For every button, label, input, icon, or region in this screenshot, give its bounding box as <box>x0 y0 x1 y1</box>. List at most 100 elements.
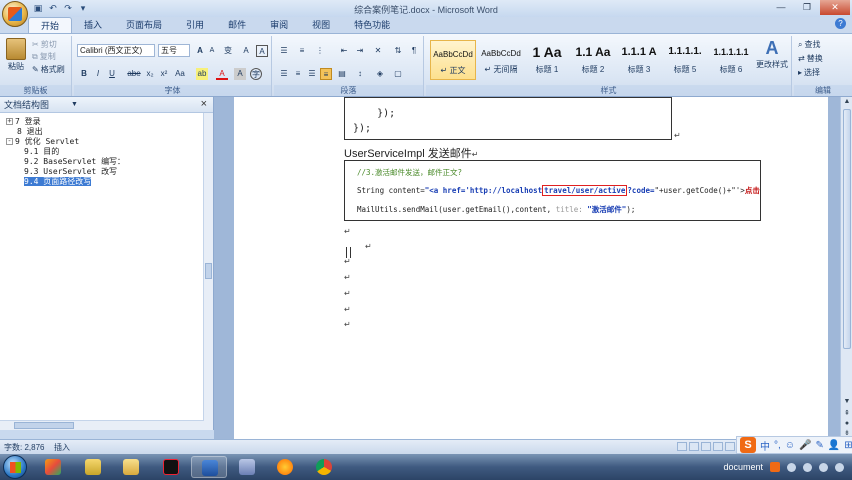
font-size-select[interactable]: 五号 <box>158 44 190 57</box>
nav-item-logout[interactable]: 8 退出 <box>0 127 213 137</box>
toolbox-icon[interactable]: ⊞ <box>844 440 852 451</box>
document-vertical-scrollbar[interactable]: ▲ ▼ ⇞ ● ⇟ <box>840 97 852 439</box>
shrink-font-button[interactable]: A <box>206 45 218 57</box>
font-name-select[interactable]: Calibri (西文正文) <box>77 44 155 57</box>
ime-language[interactable]: 中 <box>760 438 770 453</box>
style-heading-2[interactable]: 1.1 Aa 标题 2 <box>570 40 616 80</box>
tab-review[interactable]: 审阅 <box>258 17 300 33</box>
document-page[interactable]: }); }); ↵ UserServiceImpl 发送邮件↵ //3.激活邮件… <box>234 97 828 439</box>
nav-item-login[interactable]: +7 登录 <box>0 117 213 127</box>
collapse-icon[interactable]: - <box>6 138 13 145</box>
subscript-button[interactable]: x₂ <box>144 68 156 80</box>
tab-references[interactable]: 引用 <box>174 17 216 33</box>
numbering-icon[interactable]: ≡ <box>296 45 308 57</box>
full-screen-icon[interactable] <box>689 442 699 451</box>
strikethrough-button[interactable]: abe <box>126 68 142 80</box>
taskbar-app-1[interactable] <box>35 456 71 478</box>
tray-icon[interactable] <box>787 462 796 472</box>
align-center-icon[interactable]: ≡ <box>292 68 304 80</box>
font-color-button[interactable]: A <box>216 68 228 80</box>
start-button[interactable] <box>3 455 27 479</box>
select-button[interactable]: ▸ 选择 <box>798 67 820 78</box>
wen-button[interactable]: 变 <box>222 45 234 57</box>
grow-font-button[interactable]: A <box>194 45 206 57</box>
tray-label[interactable]: document <box>723 462 763 472</box>
tray-icon[interactable] <box>835 462 844 472</box>
style-heading-5[interactable]: 1.1.1.1. 标题 5 <box>662 40 708 80</box>
decrease-indent-icon[interactable]: ⇤ <box>338 45 350 57</box>
multilevel-list-icon[interactable]: ⋮ <box>314 45 326 57</box>
enclose-char-button[interactable]: 字 <box>250 68 262 80</box>
distributed-icon[interactable]: ▤ <box>336 68 348 80</box>
sogou-tray-icon[interactable] <box>770 462 780 472</box>
copy-button[interactable]: ⧉ 复制 <box>32 51 56 62</box>
user-icon[interactable]: 👤 <box>828 440 840 451</box>
help-icon[interactable]: ? <box>835 18 846 29</box>
pane-close-button[interactable]: × <box>201 98 207 110</box>
nav-item-userservlet[interactable]: 9.3 UserServlet 改写 <box>0 167 213 177</box>
align-right-icon[interactable]: ☰ <box>306 68 318 80</box>
pane-dropdown-icon[interactable]: ▼ <box>71 101 78 108</box>
maximize-button[interactable]: ❐ <box>794 0 820 15</box>
minimize-button[interactable]: — <box>768 0 794 15</box>
previous-page-icon[interactable]: ⇞ <box>841 409 852 419</box>
taskbar-word[interactable] <box>191 456 227 478</box>
nav-item-baseservlet[interactable]: 9.2 BaseServlet 编写： <box>0 157 213 167</box>
increase-indent-icon[interactable]: ⇥ <box>354 45 366 57</box>
scroll-up-icon[interactable]: ▲ <box>841 97 852 107</box>
scroll-down-icon[interactable]: ▼ <box>841 397 852 407</box>
print-layout-icon[interactable] <box>677 442 687 451</box>
taskbar-intellij[interactable] <box>153 456 189 478</box>
cut-button[interactable]: ✂ 剪切 <box>32 39 57 50</box>
scroll-thumb[interactable] <box>843 109 851 349</box>
change-case-button[interactable]: Aa <box>174 68 186 80</box>
find-button[interactable]: ⌕ 查找 <box>798 39 820 50</box>
clear-format-button[interactable]: A <box>240 45 252 57</box>
punctuation-icon[interactable]: °, <box>774 440 781 451</box>
superscript-button[interactable]: x² <box>158 68 170 80</box>
insert-mode[interactable]: 插入 <box>54 442 70 453</box>
volume-icon[interactable] <box>819 462 828 472</box>
close-button[interactable]: ✕ <box>820 0 850 15</box>
nav-item-purpose[interactable]: 9.1 目的 <box>0 147 213 157</box>
tab-mailings[interactable]: 邮件 <box>216 17 258 33</box>
tab-features[interactable]: 特色功能 <box>342 17 402 33</box>
taskbar-chrome[interactable] <box>306 456 342 478</box>
nav-item-optimize-servlet[interactable]: -9 优化 Servlet <box>0 137 213 147</box>
tab-page-layout[interactable]: 页面布局 <box>114 17 174 33</box>
paste-button[interactable]: 粘贴 <box>6 38 26 72</box>
justify-icon[interactable]: ≡ <box>320 68 332 80</box>
change-styles-button[interactable]: A 更改样式 <box>756 38 788 70</box>
line-spacing-icon[interactable]: ↕ <box>354 68 366 80</box>
tab-insert[interactable]: 插入 <box>72 17 114 33</box>
draft-icon[interactable] <box>725 442 735 451</box>
format-painter-button[interactable]: ✎ 格式刷 <box>32 64 65 75</box>
char-shading-button[interactable]: A <box>234 68 246 80</box>
tab-home[interactable]: 开始 <box>28 17 73 33</box>
nav-vertical-scrollbar[interactable] <box>203 113 213 430</box>
taskbar-firefox[interactable] <box>267 456 303 478</box>
style-heading-3[interactable]: 1.1.1 A 标题 3 <box>616 40 662 80</box>
skin-icon[interactable]: ✎ <box>815 440 823 451</box>
scroll-thumb[interactable] <box>205 263 212 279</box>
align-left-icon[interactable]: ☰ <box>278 68 290 80</box>
chinese-layout-icon[interactable]: ✕ <box>372 45 384 57</box>
expand-icon[interactable]: + <box>6 118 13 125</box>
taskbar-explorer[interactable] <box>113 456 149 478</box>
browse-object-icon[interactable]: ● <box>841 419 852 429</box>
network-icon[interactable] <box>803 462 812 472</box>
bold-button[interactable]: B <box>78 68 90 80</box>
nav-horizontal-scrollbar[interactable] <box>0 420 204 430</box>
emoji-icon[interactable]: ☺ <box>785 440 795 451</box>
office-button[interactable] <box>2 1 28 27</box>
show-marks-icon[interactable]: ¶ <box>408 45 420 57</box>
style-no-spacing[interactable]: AaBbCcDd ↵ 无间隔 <box>478 40 524 80</box>
word-count[interactable]: 字数: 2,876 <box>4 442 44 453</box>
scroll-thumb[interactable] <box>14 422 74 429</box>
highlight-button[interactable]: ab <box>196 68 208 80</box>
bullets-icon[interactable]: ☰ <box>278 45 290 57</box>
shading-icon[interactable]: ◈ <box>374 68 386 80</box>
voice-icon[interactable]: 🎤 <box>799 440 811 451</box>
sort-icon[interactable]: ⇅ <box>392 45 404 57</box>
style-heading-6[interactable]: 1.1.1.1.1 标题 6 <box>708 40 754 80</box>
